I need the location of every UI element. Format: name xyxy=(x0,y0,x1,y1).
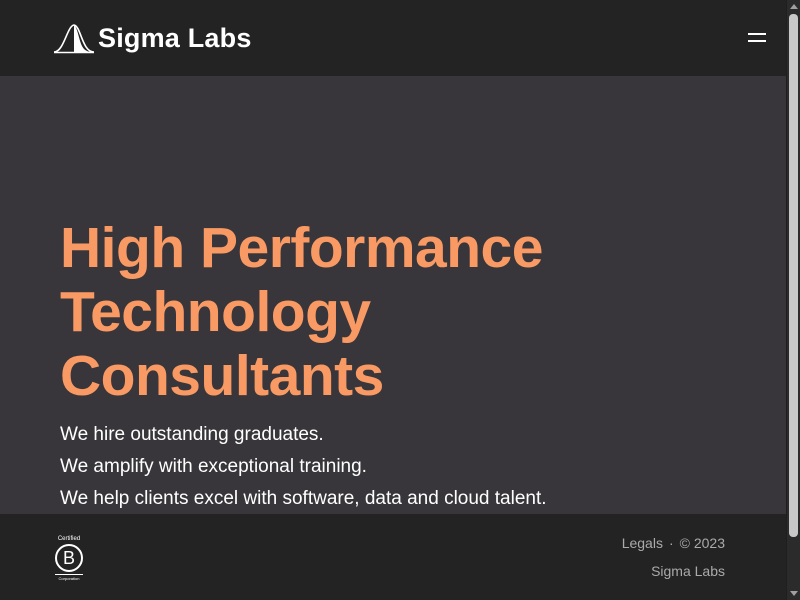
hero-title-line-1: High Performance xyxy=(60,216,543,280)
footer-info: Legals · © 2023 Sigma Labs xyxy=(622,534,725,580)
footer-separator: · xyxy=(668,535,674,551)
b-corp-certified-label: Certified xyxy=(57,536,81,542)
hero-title-line-2: Technology xyxy=(60,280,371,344)
menu-line-bottom xyxy=(748,40,766,42)
footer-legal-row: Legals · © 2023 xyxy=(622,534,725,552)
logo-link[interactable]: Sigma Labs xyxy=(53,20,252,56)
scroll-down-arrow-icon[interactable] xyxy=(790,591,798,596)
footer-company-name: Sigma Labs xyxy=(651,563,725,579)
hero-description: We hire outstanding graduates. We amplif… xyxy=(60,419,760,515)
hero-title-line-3: Consultants xyxy=(60,344,384,408)
hero-line-hire: We hire outstanding graduates. xyxy=(60,424,324,445)
hamburger-menu-icon[interactable] xyxy=(746,29,770,47)
b-corp-letter: B xyxy=(55,544,83,572)
b-corp-divider xyxy=(55,574,83,575)
copyright-text: © 2023 xyxy=(679,535,725,551)
hero-title: High Performance Technology Consultants xyxy=(60,216,700,408)
scrollbar-thumb[interactable] xyxy=(789,14,798,537)
menu-line-top xyxy=(748,33,766,35)
page: Sigma Labs High Performance Technology C… xyxy=(0,0,800,600)
logo-text: Sigma Labs xyxy=(98,23,252,53)
site-footer: Certified B Corporation Legals · © 2023 Si… xyxy=(0,514,786,600)
scroll-up-arrow-icon[interactable] xyxy=(790,4,798,9)
hero-line-amplify: We amplify with exceptional training. xyxy=(60,456,367,477)
b-corp-corporation-label: Corporation xyxy=(58,576,80,581)
b-corp-badge: Certified B Corporation xyxy=(54,536,84,581)
legals-link[interactable]: Legals xyxy=(622,535,663,551)
hero-section: High Performance Technology Consultants … xyxy=(0,76,786,514)
vertical-scrollbar[interactable] xyxy=(786,0,800,600)
site-header: Sigma Labs xyxy=(0,0,786,76)
bell-curve-icon xyxy=(53,24,95,54)
hero-line-help: We help clients excel with software, dat… xyxy=(60,488,547,509)
